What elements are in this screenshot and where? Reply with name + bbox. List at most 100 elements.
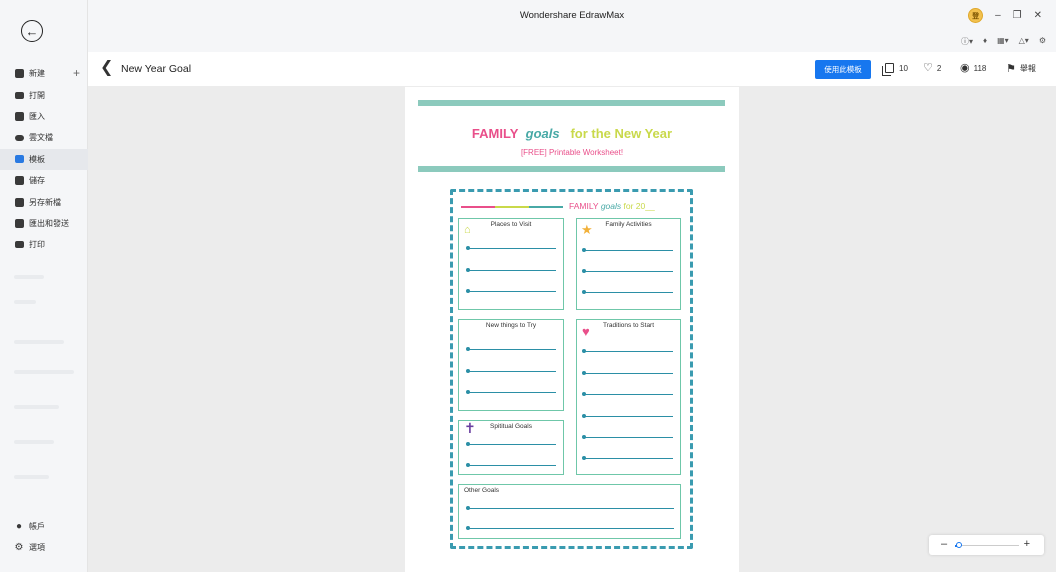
app-title: Wondershare EdrawMax — [519, 10, 625, 21]
write-line — [466, 246, 556, 251]
account-icon: ● — [15, 521, 23, 532]
likes-stat[interactable]: ♡ 2 — [923, 62, 941, 74]
sidebar-item-label: 匯入 — [29, 111, 45, 121]
write-line — [466, 347, 556, 352]
zoom-control: – + — [929, 535, 1044, 555]
sidebar-item-templates[interactable]: 模板 — [0, 148, 88, 170]
sidebar: ← 新建 + 打開 匯入 雲文檔 模板 儲存 另存新檔 匯出和發送 打印 ● 帳… — [0, 0, 88, 572]
toolbar-icons: ⓘ▾ ♦ ▦▾ △▾ ⚙ — [961, 36, 1046, 47]
cross-icon: ✝ — [464, 420, 476, 436]
deco-line — [529, 206, 563, 208]
sidebar-item-account[interactable]: ● 帳戶 — [14, 521, 45, 532]
title-family: FAMILY — [471, 126, 519, 141]
deco-line — [495, 206, 529, 208]
title-rest: for the New Year — [570, 126, 673, 141]
save-as-icon — [14, 197, 24, 207]
sidebar-item-print[interactable]: 打印 — [0, 234, 88, 255]
worksheet-title: FAMILY goals for 20__ — [569, 201, 655, 211]
sidebar-item-label: 雲文檔 — [29, 133, 53, 143]
avatar[interactable]: 登 — [968, 8, 984, 23]
zoom-track[interactable] — [955, 545, 1019, 546]
sidebar-item-export[interactable]: 匯出和發送 — [0, 213, 88, 234]
write-line — [582, 435, 673, 440]
flag-icon: ⚑ — [1006, 62, 1016, 75]
faded-placeholder — [14, 475, 49, 479]
write-line — [582, 371, 673, 376]
sidebar-item-save-as[interactable]: 另存新檔 — [0, 191, 88, 212]
template-header: ❮ New Year Goal 使用此模板 10 ♡ 2 ◉ 118 ⚑ 舉報 — [88, 52, 1056, 86]
write-line — [466, 442, 556, 447]
window-controls: 登 – ❐ ✕ — [968, 8, 1042, 23]
sidebar-item-label: 打開 — [29, 90, 45, 100]
zoom-in-button[interactable]: + — [1024, 538, 1030, 550]
sidebar-item-new[interactable]: 新建 + — [0, 63, 88, 84]
minimize-icon[interactable]: – — [995, 10, 1001, 21]
sidebar-item-save[interactable]: 儲存 — [0, 170, 88, 191]
restore-icon[interactable]: ❐ — [1013, 10, 1022, 21]
import-icon — [14, 111, 24, 121]
poster-subtitle: [FREE] Printable Worksheet! — [520, 148, 624, 157]
spiritual-box: Spititual Goals ✝ — [458, 420, 564, 475]
template-icon — [14, 154, 24, 164]
shirt-icon[interactable]: △▾ — [1019, 36, 1029, 47]
poster-title: FAMILY goals for the New Year — [405, 126, 739, 141]
sidebar-menu: 新建 + 打開 匯入 雲文檔 模板 儲存 另存新檔 匯出和發送 打印 — [0, 63, 88, 256]
print-icon — [14, 240, 24, 250]
write-line — [582, 392, 673, 397]
views-stat: ◉ 118 — [960, 63, 986, 74]
sidebar-item-cloud[interactable]: 雲文檔 — [0, 127, 88, 148]
new-things-box: New things to Try — [458, 319, 564, 411]
sidebar-item-label: 新建 — [29, 69, 45, 79]
inner-goals: goals — [600, 201, 622, 211]
help-icon[interactable]: ⓘ▾ — [961, 36, 973, 47]
faded-placeholder — [14, 300, 36, 304]
top-bar — [418, 100, 725, 106]
new-things-label: New things to Try — [485, 322, 537, 329]
sidebar-item-import[interactable]: 匯入 — [0, 106, 88, 127]
report-button[interactable]: ⚑ 舉報 — [1006, 63, 1036, 74]
worksheet-frame: FAMILY goals for 20__ Places to Visit ⌂ … — [450, 189, 693, 549]
sidebar-item-label: 打印 — [29, 240, 45, 250]
places-label: Places to Visit — [490, 221, 532, 228]
other-goals-label: Other Goals — [464, 487, 500, 494]
write-line — [582, 456, 673, 461]
back-arrow-icon[interactable]: ← — [21, 20, 43, 42]
faded-placeholder — [14, 340, 64, 344]
sidebar-item-label: 模板 — [29, 154, 45, 164]
plus-square-icon — [14, 69, 24, 79]
copies-stat[interactable]: 10 — [882, 63, 908, 76]
faded-placeholder — [14, 440, 54, 444]
sidebar-item-options[interactable]: ⚙ 選項 — [14, 542, 45, 553]
apps-icon[interactable]: ▦▾ — [997, 36, 1009, 47]
title-goals: goals — [525, 126, 560, 141]
use-template-button[interactable]: 使用此模板 — [815, 60, 871, 79]
zoom-out-button[interactable]: – — [941, 538, 947, 550]
faded-placeholder — [14, 370, 74, 374]
heart-icon: ♡ — [923, 62, 933, 74]
write-line — [582, 349, 673, 354]
zoom-slider-handle[interactable] — [955, 542, 962, 548]
copy-icon — [882, 63, 894, 76]
sidebar-item-open[interactable]: 打開 — [0, 84, 88, 105]
inner-family: FAMILY — [569, 201, 599, 211]
activities-box: Family Activities ★ — [576, 218, 681, 310]
template-preview: FAMILY goals for the New Year [FREE] Pri… — [405, 87, 739, 572]
close-icon[interactable]: ✕ — [1034, 10, 1042, 21]
write-line — [582, 248, 673, 253]
gear-icon: ⚙ — [14, 542, 24, 553]
settings-icon[interactable]: ⚙ — [1039, 36, 1046, 47]
traditions-box: Traditions to Start ♥ — [576, 319, 681, 475]
write-line — [582, 269, 673, 274]
write-line — [466, 526, 674, 531]
bell-icon[interactable]: ♦ — [983, 36, 987, 47]
sidebar-item-label: 匯出和發送 — [29, 218, 69, 228]
chevron-left-icon[interactable]: ❮ — [100, 60, 113, 76]
write-line — [466, 268, 556, 273]
write-line — [466, 463, 556, 468]
places-box: Places to Visit ⌂ — [458, 218, 564, 310]
add-icon[interactable]: + — [73, 66, 80, 80]
inner-for: for 20__ — [623, 201, 655, 211]
faded-placeholder — [14, 275, 44, 279]
bottom-bar — [418, 166, 725, 172]
account-label: 帳戶 — [29, 522, 45, 531]
